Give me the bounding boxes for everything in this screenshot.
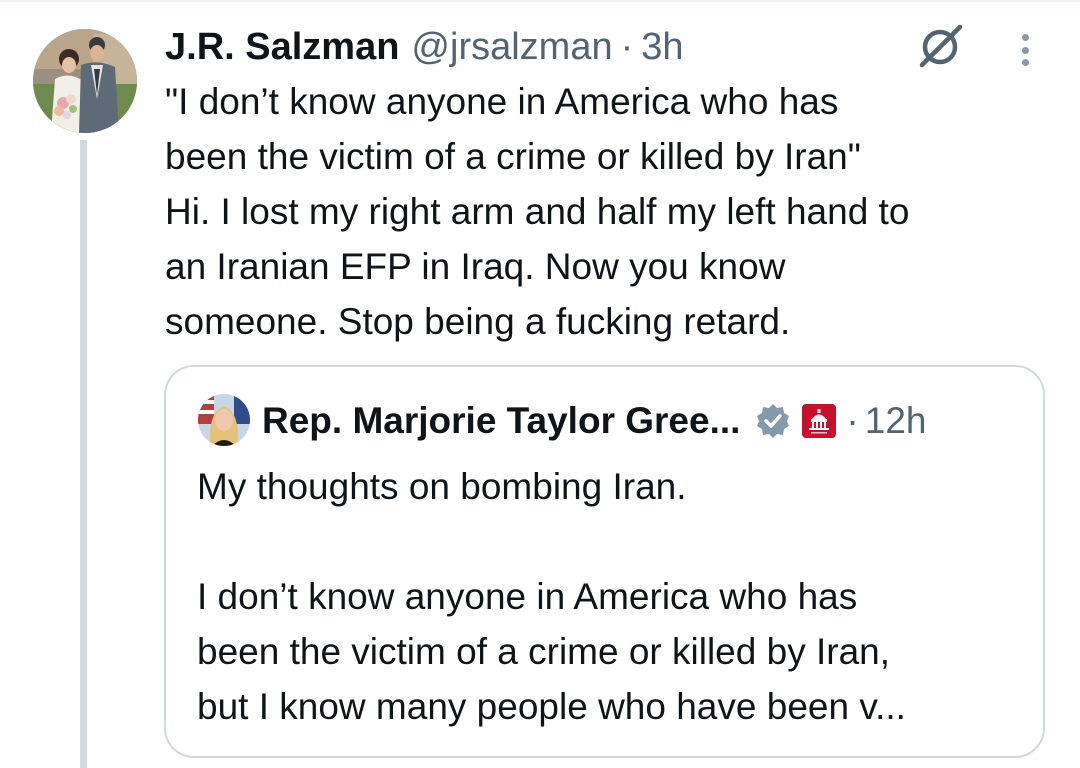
separator: · — [846, 400, 859, 441]
more-dot — [1021, 34, 1029, 41]
avatar-photo — [33, 29, 137, 133]
quoted-tweet-header: Rep. Marjorie Taylor Gree... · 12h — [262, 397, 926, 445]
tweet-timestamp[interactable]: 3h — [641, 26, 683, 69]
quoted-text-line: I don’t know anyone in America who has — [197, 576, 858, 617]
quoted-tweet-timestamp[interactable]: 12h — [865, 400, 927, 442]
more-dot — [1021, 46, 1029, 54]
tweet[interactable]: J.R. Salzman @jrsalzman · 3h "I don’t kn… — [0, 0, 1080, 768]
tweet-header: J.R. Salzman @jrsalzman · 3h — [165, 22, 684, 72]
tweet-text: "I don’t know anyone in America who has … — [165, 74, 1065, 349]
thread-line — [80, 140, 87, 768]
verified-badge-icon — [754, 402, 792, 440]
more-dot — [1021, 59, 1029, 66]
top-divider — [0, 0, 1080, 2]
quoted-author-name[interactable]: Rep. Marjorie Taylor Gree... — [262, 400, 740, 442]
quoted-text-line: My thoughts on bombing Iran. — [197, 466, 687, 507]
tweet-text-line: been the victim of a crime or killed by … — [165, 136, 861, 177]
tweet-text-line: an Iranian EFP in Iraq. Now you know — [165, 246, 786, 287]
quoted-text-line: been the victim of a crime or killed by … — [197, 631, 891, 672]
quoted-text-line: but I know many people who have been v..… — [197, 686, 906, 727]
tweet-text-line: someone. Stop being a fucking retard. — [165, 301, 791, 342]
separator: · — [620, 25, 634, 68]
quoted-tweet-card[interactable]: Rep. Marjorie Taylor Gree... · 12h My th… — [164, 365, 1045, 758]
us-capitol-badge-icon — [802, 404, 837, 438]
quoted-avatar-photo — [198, 394, 250, 446]
author-handle[interactable]: @jrsalzman — [411, 26, 612, 69]
author-avatar[interactable] — [33, 29, 137, 133]
quoted-text-line — [197, 514, 1027, 569]
author-name[interactable]: J.R. Salzman — [165, 26, 399, 69]
quoted-tweet-text: My thoughts on bombing Iran. I don’t kno… — [197, 459, 1027, 734]
more-options-icon[interactable] — [1010, 30, 1040, 70]
tweet-text-line: "I don’t know anyone in America who has — [165, 81, 839, 122]
grok-icon[interactable] — [914, 24, 966, 70]
quoted-author-avatar[interactable] — [198, 394, 250, 446]
tweet-text-line: Hi. I lost my right arm and half my left… — [165, 191, 910, 232]
